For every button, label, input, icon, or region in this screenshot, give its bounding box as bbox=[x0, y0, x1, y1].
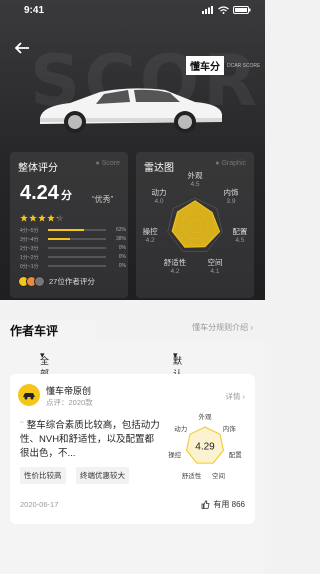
car-image bbox=[40, 88, 222, 133]
mini-axis-label: 操控 bbox=[168, 451, 182, 459]
distribution-row: 0分~1分 0% bbox=[20, 262, 126, 271]
distribution-percent: 0% bbox=[118, 263, 126, 269]
battery-icon bbox=[233, 6, 251, 14]
author-avatar bbox=[18, 384, 40, 406]
mini-score: 4.29 bbox=[195, 442, 215, 453]
distribution-bar bbox=[48, 229, 84, 231]
radar-axis-label: 内饰 3.9 bbox=[223, 188, 239, 206]
mini-axis-label: 动力 bbox=[174, 425, 188, 433]
star-icon bbox=[38, 209, 46, 222]
distribution-row: 1分~2分 0% bbox=[20, 253, 126, 262]
mini-axis-label: 配置 bbox=[228, 451, 242, 459]
signal-icon bbox=[202, 6, 213, 14]
star-icon bbox=[56, 209, 64, 222]
section-title: 作者车评 bbox=[10, 324, 59, 338]
rating-distribution: 4分~5分 62% 3分~4分 38% 2分~3分 0% 1分~2分 0% 0分~1分 0% bbox=[20, 226, 126, 271]
distribution-bar bbox=[48, 238, 71, 240]
detail-link[interactable]: 详情 › bbox=[225, 391, 245, 402]
graphic-tag: ● Graphic bbox=[215, 160, 246, 167]
review-text: “ 整车综合素质比较高，包括动力性、NVH和舒适性，以及配置都很出色，不... bbox=[20, 419, 160, 459]
distribution-label: 1分~2分 bbox=[20, 255, 39, 261]
back-arrow-icon[interactable] bbox=[12, 38, 32, 58]
distribution-row: 2分~3分 0% bbox=[20, 244, 126, 253]
radar-axis-label: 操控 4.2 bbox=[142, 227, 158, 245]
quality-label: “优秀” bbox=[92, 195, 114, 204]
review-card[interactable]: 懂车帝原创 点评：2020款 详情 › “ 整车综合素质比较高，包括动力性、NV… bbox=[10, 374, 255, 524]
overall-score-card: 整体评分 ● Score 4.24 分 “优秀” 4分~5分 62% 3分~4分 38%… bbox=[10, 152, 128, 298]
overall-score: 4.24 分 bbox=[20, 182, 72, 204]
radar-area bbox=[171, 200, 221, 248]
distribution-label: 3分~4分 bbox=[20, 237, 39, 243]
overall-title: 整体评分 bbox=[18, 163, 58, 174]
review-date: 2020-06-17 bbox=[20, 500, 59, 509]
review-model: 点评：2020款 bbox=[46, 398, 93, 407]
distribution-percent: 38% bbox=[115, 236, 126, 242]
radar-axis-label: 空间 4.1 bbox=[207, 258, 223, 276]
radar-axis-label: 配置 4.5 bbox=[232, 227, 248, 245]
radar-axis-label: 外观 4.5 bbox=[187, 171, 203, 188]
mini-axis-label: 外观 bbox=[198, 414, 212, 421]
mini-axis-label: 内饰 bbox=[222, 425, 236, 433]
thumbs-up-icon bbox=[202, 500, 210, 509]
filter-bar: 全部年款 ▾ 默认排序 ▾ bbox=[0, 346, 265, 405]
distribution-row: 4分~5分 62% bbox=[20, 226, 126, 235]
radar-axis-label: 舒适性 4.2 bbox=[163, 258, 187, 276]
radar-axis-label: 动力 4.0 bbox=[151, 188, 167, 206]
mini-axis-label: 空间 bbox=[211, 472, 225, 480]
wifi-icon bbox=[218, 6, 229, 14]
helpful-button[interactable]: 有用 866 bbox=[201, 499, 245, 510]
sort-filter[interactable]: 默认排序 ▾ bbox=[173, 350, 182, 405]
dcar-score-logo: 懂车分 DCAR SCORE bbox=[186, 56, 260, 75]
review-author[interactable]: 懂车帝原创 bbox=[46, 384, 91, 397]
evaluator-count[interactable]: 27位作者评分 bbox=[18, 276, 95, 287]
review-tag: 终端优惠较大 bbox=[76, 467, 129, 484]
star-icon bbox=[29, 209, 37, 222]
distribution-label: 2分~3分 bbox=[20, 246, 39, 252]
score-tag: ● Score bbox=[95, 160, 120, 167]
year-filter[interactable]: 全部年款 ▾ bbox=[40, 350, 49, 405]
star-icon bbox=[20, 209, 28, 222]
distribution-label: 4分~5分 bbox=[20, 228, 39, 234]
rule-intro-link[interactable]: 懂车分规则介绍 › bbox=[192, 322, 253, 333]
status-bar: 9:41 bbox=[0, 0, 265, 22]
mini-axis-label: 舒适性 bbox=[181, 472, 202, 480]
review-tag: 性价比较高 bbox=[20, 467, 66, 484]
radar-card: 雷达图 ● Graphic 外观 4.5 内饰 3.9 配置 4.5 空间 4.1 舒适性 4.2… bbox=[136, 152, 254, 298]
distribution-row: 3分~4分 38% bbox=[20, 235, 126, 244]
star-rating bbox=[20, 209, 65, 227]
distribution-percent: 0% bbox=[118, 254, 126, 260]
radar-title: 雷达图 bbox=[144, 163, 174, 174]
avatar-group bbox=[18, 276, 45, 287]
distribution-percent: 62% bbox=[115, 227, 126, 233]
distribution-percent: 0% bbox=[118, 245, 126, 251]
status-time: 9:41 bbox=[24, 5, 45, 16]
section-header: 作者车评 懂车分规则介绍 › bbox=[0, 318, 265, 342]
star-icon bbox=[47, 209, 55, 222]
distribution-label: 0分~1分 bbox=[20, 264, 39, 270]
